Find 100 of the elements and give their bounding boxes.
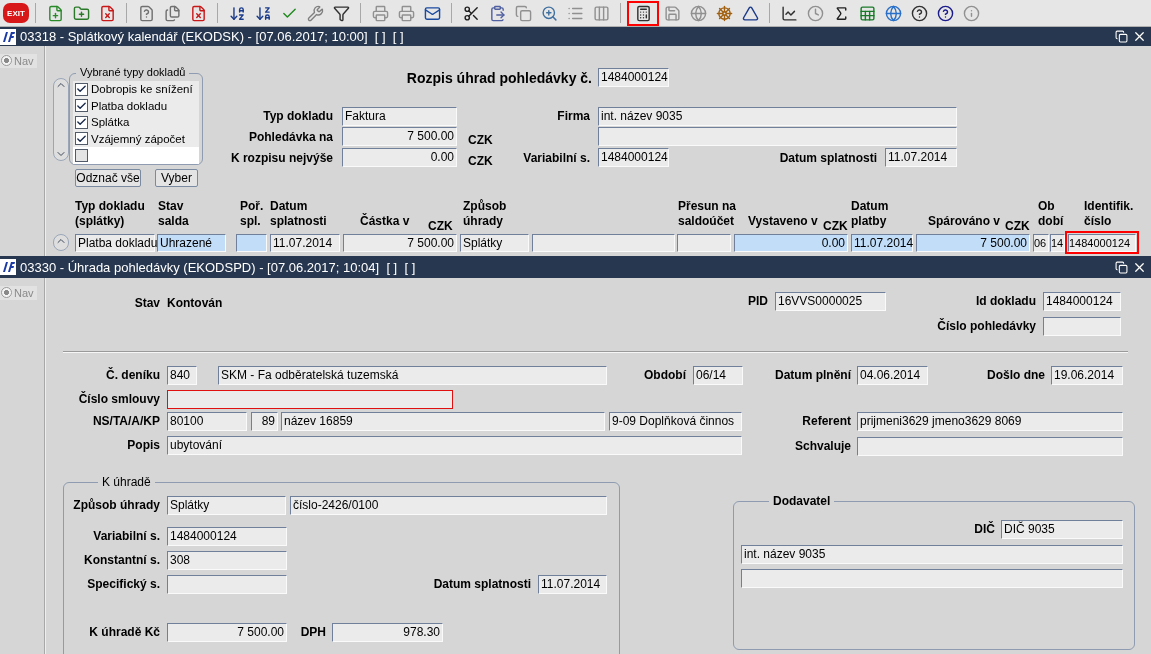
field-label: DPH	[300, 625, 326, 639]
text-field[interactable]: int. název 9035	[598, 107, 957, 126]
scroll-up-button[interactable]	[53, 234, 69, 251]
globe-icon	[689, 4, 707, 22]
exit-button[interactable]: EXIT	[3, 3, 29, 23]
text-field[interactable]	[741, 569, 1123, 588]
field-label: Konstantní s.	[84, 553, 160, 567]
field-label: Pohledávka na	[248, 130, 333, 144]
group-legend: K úhradě	[98, 475, 155, 489]
text-field[interactable]: 0.00	[342, 148, 457, 167]
table-cell[interactable]	[677, 234, 731, 252]
form-button[interactable]: Vyber	[155, 169, 198, 187]
column-header: Datum platby	[851, 199, 889, 229]
checkbox[interactable]	[75, 99, 88, 113]
checkbox[interactable]	[75, 82, 88, 96]
table-cell[interactable]: Platba dokladu	[75, 234, 155, 252]
text-field[interactable]: 11.07.2014	[885, 148, 957, 167]
table-cell[interactable]: 11.07.2014	[851, 234, 913, 252]
paste-icon	[488, 4, 506, 22]
table-cell[interactable]	[236, 234, 267, 252]
file-plus-icon	[46, 4, 64, 22]
checkbox[interactable]	[75, 132, 88, 146]
close-icon[interactable]	[1132, 29, 1147, 44]
field-label: Specifický s.	[87, 577, 160, 591]
table-cell[interactable]: Uhrazené	[157, 234, 226, 252]
text-field[interactable]: 308	[167, 551, 287, 570]
group-legend: Vybrané typy dokladů	[76, 66, 190, 79]
field-label: Id dokladu	[976, 294, 1036, 308]
table-cell[interactable]: 1484000124	[1068, 234, 1136, 252]
table-cell[interactable]: 11.07.2014	[270, 234, 340, 252]
text-field[interactable]: Faktura	[342, 107, 457, 126]
toolbar-button[interactable]	[627, 0, 659, 26]
checkbox-label: Platba dokladu	[91, 99, 168, 112]
text-field[interactable]: 1484000124	[598, 68, 669, 87]
field-label: Referent	[802, 414, 851, 428]
checkbox[interactable]	[75, 148, 88, 162]
text-field[interactable]: int. název 9035	[741, 545, 1123, 564]
text-field[interactable]: 1484000124	[598, 148, 669, 167]
text-field[interactable]: název 16859	[281, 412, 605, 431]
field-label: Číslo smlouvy	[78, 392, 160, 406]
printer-icon	[371, 4, 389, 22]
text-field[interactable]: ubytování	[167, 436, 742, 455]
text-field[interactable]	[857, 437, 1123, 456]
table-cell[interactable]: 0.00	[734, 234, 848, 252]
text-field[interactable]: 1484000124	[167, 527, 287, 546]
field-label: Datum plnění	[775, 368, 851, 382]
column-header: Ob dobí	[1038, 199, 1064, 229]
text-field[interactable]: 7 500.00	[342, 127, 457, 146]
printer-icon	[397, 4, 415, 22]
text-field[interactable]: 19.06.2014	[1051, 366, 1123, 385]
text-field[interactable]: 11.07.2014	[538, 575, 607, 594]
text-field[interactable]: 9-09 Doplňková činnos	[609, 412, 742, 431]
field-label: Datum splatnosti	[779, 151, 877, 165]
currency-label: CZK	[1005, 219, 1030, 233]
text-field[interactable]: prijmeni3629 jmeno3629 8069	[857, 412, 1123, 431]
text-field[interactable]: 06/14	[693, 366, 743, 385]
text-field[interactable]: SKM - Fa odběratelská tuzemská	[218, 366, 607, 385]
scrollbar[interactable]	[53, 78, 69, 161]
text-field[interactable]: 7 500.00	[167, 623, 287, 642]
column-header: Přesun na saldoúčet	[678, 199, 737, 229]
column-header: Spárováno v	[928, 214, 1001, 229]
table-cell[interactable]: 06	[1033, 234, 1049, 252]
column-header: Částka v	[360, 214, 410, 229]
table-cell[interactable]: Splátky	[460, 234, 529, 252]
table-cell[interactable]: 7 500.00	[343, 234, 457, 252]
help-icon	[936, 4, 954, 22]
text-field[interactable]: DIČ 9035	[1001, 520, 1123, 539]
text-field[interactable]: 04.06.2014	[857, 366, 928, 385]
text-field[interactable]: 16VVS0000025	[775, 292, 886, 311]
restore-icon[interactable]	[1115, 260, 1128, 274]
text-field[interactable]	[167, 575, 287, 594]
table-cell[interactable]: 14	[1050, 234, 1065, 252]
column-header: Stav salda	[158, 199, 189, 229]
sort-descending-icon	[254, 4, 272, 22]
text-field[interactable]	[167, 390, 453, 409]
field-label: Došlo dne	[987, 368, 1045, 382]
text-field[interactable]: 840	[167, 366, 197, 385]
column-header: Typ dokladu (splátky)	[75, 199, 145, 229]
text-field[interactable]: 978.30	[332, 623, 443, 642]
file-question-icon	[137, 4, 155, 22]
text-field[interactable]: 89	[251, 412, 278, 431]
text-field[interactable]	[598, 127, 957, 146]
table-cell[interactable]: 7 500.00	[916, 234, 1030, 252]
wrench-icon	[306, 4, 324, 22]
text-field[interactable]: 1484000124	[1043, 292, 1121, 311]
text-field[interactable]	[1043, 317, 1121, 336]
text-field[interactable]: číslo-2426/0100	[290, 496, 607, 515]
table-cell[interactable]	[532, 234, 675, 252]
triangle-icon	[741, 4, 759, 22]
restore-icon[interactable]	[1115, 30, 1128, 43]
chart-icon	[780, 4, 798, 22]
checkbox[interactable]	[75, 115, 88, 129]
columns-icon	[592, 4, 610, 22]
filter-icon	[332, 4, 350, 22]
copy-icon	[514, 4, 532, 22]
calculator-icon	[634, 4, 652, 22]
text-field[interactable]: Splátky	[167, 496, 286, 515]
currency-label: CZK	[468, 133, 493, 147]
text-field[interactable]: 80100	[167, 412, 247, 431]
form-button[interactable]: Odznač vše	[75, 169, 141, 187]
